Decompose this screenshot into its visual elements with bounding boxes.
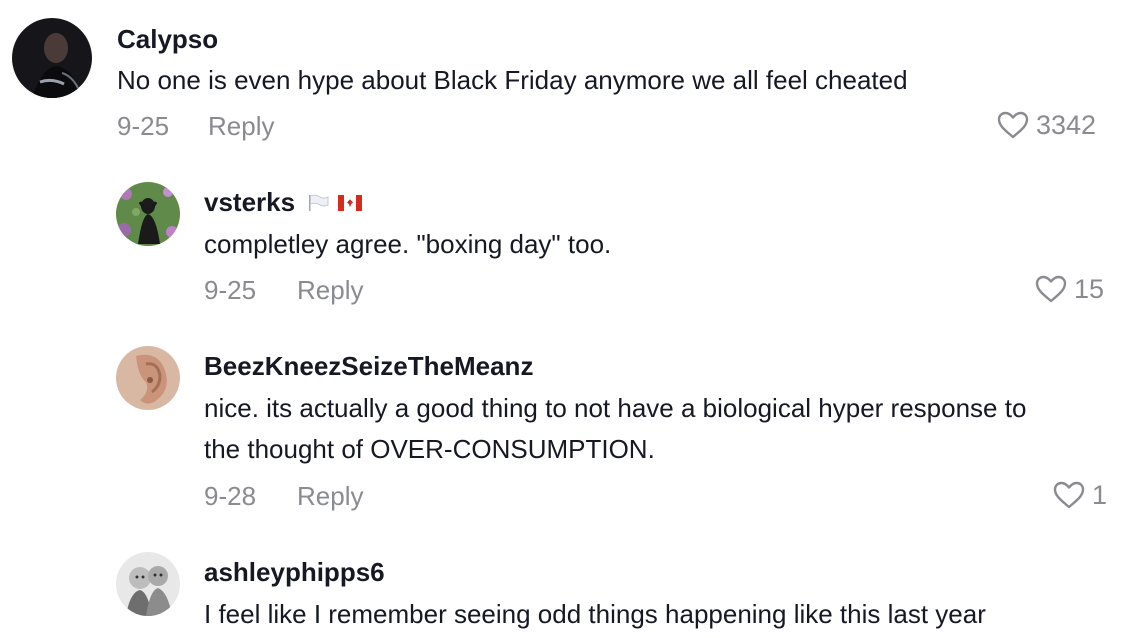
- comment-date: 9-25: [117, 111, 170, 141]
- avatar[interactable]: [116, 182, 180, 246]
- comment-username[interactable]: Calypso: [117, 24, 218, 54]
- canada-flag-icon: [338, 195, 363, 212]
- comment-date: 9-28: [204, 481, 257, 511]
- reply-button[interactable]: Reply: [208, 111, 274, 141]
- comment-text: nice. its actually a good thing to not h…: [204, 393, 1034, 464]
- comment-username[interactable]: BeezKneezSeizeTheMeanz: [204, 351, 533, 381]
- reply-button[interactable]: Reply: [297, 275, 363, 305]
- comment-username[interactable]: vsterks: [204, 187, 295, 217]
- user-flags: [307, 192, 363, 212]
- avatar[interactable]: [116, 552, 180, 616]
- avatar[interactable]: [116, 346, 180, 410]
- comment-text: I feel like I remember seeing odd things…: [204, 599, 986, 629]
- avatar[interactable]: [12, 18, 92, 98]
- heart-outline-icon: [997, 111, 1029, 139]
- heart-outline-icon: [1053, 481, 1085, 509]
- like-count: 1: [1092, 480, 1108, 510]
- reply-button[interactable]: Reply: [297, 481, 363, 511]
- comment-date: 9-25: [204, 275, 257, 305]
- comment-username[interactable]: ashleyphipps6: [204, 557, 385, 587]
- like-button[interactable]: 3342: [996, 110, 1096, 140]
- like-count: 3342: [1036, 110, 1097, 140]
- like-button[interactable]: 15: [1034, 274, 1104, 304]
- like-button[interactable]: 1: [1052, 480, 1107, 510]
- comment-text: completley agree. "boxing day" too.: [204, 229, 612, 259]
- heart-outline-icon: [1035, 275, 1067, 303]
- comment-text: No one is even hype about Black Friday a…: [117, 65, 908, 95]
- like-count: 15: [1074, 274, 1105, 304]
- white-flag-icon: [309, 194, 329, 212]
